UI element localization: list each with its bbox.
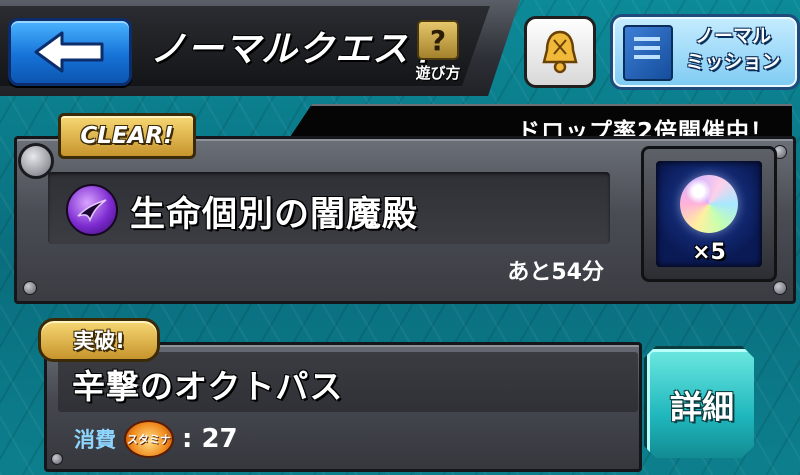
stamina-cost-row: 消費 スタミナ : 27 [74,420,238,458]
mission-label-line1: ノーマル [694,25,771,47]
reward-inner: ×5 [656,161,762,267]
rivet [23,281,37,295]
reward-count: ×5 [692,240,726,265]
time-remaining: あと54分 [507,260,604,285]
rivet [51,453,63,465]
details-button-label: 詳細 [669,388,734,426]
rivet [773,281,787,295]
back-button[interactable] [8,18,132,86]
notification-bell-button[interactable] [524,16,596,88]
clear-badge-text: CLEAR! [80,123,174,149]
breakthrough-badge: 実破! [38,318,160,362]
mission-label-line2: ミッション [685,51,781,73]
cost-label: 消費 [74,428,116,452]
how-to-play-label: 遊び方 [415,64,461,82]
quest-name: 生命個別の闇魔殿 [130,195,419,235]
details-button[interactable]: 詳細 [644,346,754,458]
dark-element-icon [66,184,118,236]
normal-mission-button[interactable]: ノーマル ミッション [610,14,800,90]
breakthrough-badge-text: 実破! [73,329,125,353]
stamina-icon: スタミナ [124,420,174,458]
help-icon: ? [417,20,459,60]
stamina-cost-value: : 27 [182,424,238,454]
mission-label: ノーマル ミッション [677,23,789,75]
reward-box[interactable]: ×5 [641,146,777,282]
back-arrow-icon [34,31,104,73]
bell-icon [542,30,578,74]
dark-element-symbol [77,199,107,223]
how-to-play-button[interactable]: ? 遊び方 [402,20,474,90]
clear-badge: CLEAR! [58,113,196,159]
rainbow-orb-icon [680,175,738,233]
mission-book-icon [623,25,673,81]
stage-name: 辛撃のオクトパス [72,367,344,406]
